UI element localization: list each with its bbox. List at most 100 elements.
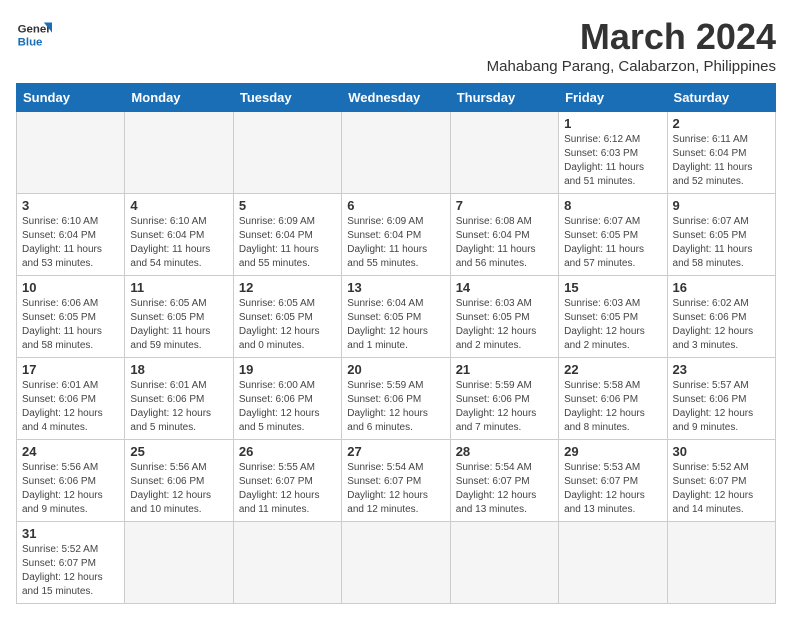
day-info: Sunrise: 6:07 AM Sunset: 6:05 PM Dayligh…: [564, 215, 661, 271]
day-number: 8: [564, 198, 661, 213]
col-header-saturday: Saturday: [667, 84, 775, 112]
week-row-3: 17 Sunrise: 6:01 AM Sunset: 6:06 PM Dayli…: [17, 358, 776, 440]
day-info: Sunrise: 6:01 AM Sunset: 6:06 PM Dayligh…: [22, 379, 119, 435]
day-info: Sunrise: 6:03 AM Sunset: 6:05 PM Dayligh…: [456, 297, 553, 353]
day-number: 18: [130, 362, 227, 377]
week-row-4: 24 Sunrise: 5:56 AM Sunset: 6:06 PM Dayli…: [17, 440, 776, 522]
calendar-cell: 30 Sunrise: 5:52 AM Sunset: 6:07 PM Dayli…: [667, 440, 775, 522]
calendar-cell: [450, 112, 558, 194]
calendar-cell: 31Sunrise: 5:52 AM Sunset: 6:07 PM Dayli…: [17, 522, 125, 604]
calendar-cell: 14 Sunrise: 6:03 AM Sunset: 6:05 PM Dayli…: [450, 276, 558, 358]
calendar-cell: [450, 522, 558, 604]
day-info: Sunrise: 6:08 AM Sunset: 6:04 PM Dayligh…: [456, 215, 553, 271]
day-number: 17: [22, 362, 119, 377]
calendar-subtitle: Mahabang Parang, Calabarzon, Philippines: [487, 58, 776, 75]
day-info: Sunrise: 6:07 AM Sunset: 6:05 PM Dayligh…: [673, 215, 770, 271]
calendar-cell: [17, 112, 125, 194]
day-info: Sunrise: 5:56 AM Sunset: 6:06 PM Dayligh…: [22, 461, 119, 517]
day-info: Sunrise: 6:06 AM Sunset: 6:05 PM Dayligh…: [22, 297, 119, 353]
day-number: 20: [347, 362, 444, 377]
calendar-cell: 21Sunrise: 5:59 AM Sunset: 6:06 PM Dayli…: [450, 358, 558, 440]
day-info: Sunrise: 6:01 AM Sunset: 6:06 PM Dayligh…: [130, 379, 227, 435]
day-info: Sunrise: 6:12 AM Sunset: 6:03 PM Dayligh…: [564, 133, 661, 189]
calendar-body: 1Sunrise: 6:12 AM Sunset: 6:03 PM Daylig…: [17, 112, 776, 604]
day-info: Sunrise: 6:05 AM Sunset: 6:05 PM Dayligh…: [130, 297, 227, 353]
day-number: 14: [456, 280, 553, 295]
calendar-cell: [559, 522, 667, 604]
day-info: Sunrise: 5:57 AM Sunset: 6:06 PM Dayligh…: [673, 379, 770, 435]
day-number: 28: [456, 444, 553, 459]
day-number: 21: [456, 362, 553, 377]
day-number: 30: [673, 444, 770, 459]
day-number: 6: [347, 198, 444, 213]
day-number: 16: [673, 280, 770, 295]
calendar-cell: 9 Sunrise: 6:07 AM Sunset: 6:05 PM Daylig…: [667, 194, 775, 276]
day-number: 25: [130, 444, 227, 459]
col-header-wednesday: Wednesday: [342, 84, 450, 112]
day-info: Sunrise: 6:02 AM Sunset: 6:06 PM Dayligh…: [673, 297, 770, 353]
calendar-cell: 11 Sunrise: 6:05 AM Sunset: 6:05 PM Dayli…: [125, 276, 233, 358]
calendar-cell: 18 Sunrise: 6:01 AM Sunset: 6:06 PM Dayli…: [125, 358, 233, 440]
day-info: Sunrise: 6:03 AM Sunset: 6:05 PM Dayligh…: [564, 297, 661, 353]
day-info: Sunrise: 6:09 AM Sunset: 6:04 PM Dayligh…: [347, 215, 444, 271]
svg-text:Blue: Blue: [18, 36, 43, 48]
calendar-cell: [342, 522, 450, 604]
day-number: 22: [564, 362, 661, 377]
calendar-cell: 3Sunrise: 6:10 AM Sunset: 6:04 PM Daylig…: [17, 194, 125, 276]
day-info: Sunrise: 6:10 AM Sunset: 6:04 PM Dayligh…: [130, 215, 227, 271]
calendar-cell: 16 Sunrise: 6:02 AM Sunset: 6:06 PM Dayli…: [667, 276, 775, 358]
day-number: 11: [130, 280, 227, 295]
day-number: 13: [347, 280, 444, 295]
week-row-0: 1Sunrise: 6:12 AM Sunset: 6:03 PM Daylig…: [17, 112, 776, 194]
col-header-tuesday: Tuesday: [233, 84, 341, 112]
calendar-cell: 8 Sunrise: 6:07 AM Sunset: 6:05 PM Daylig…: [559, 194, 667, 276]
day-info: Sunrise: 6:11 AM Sunset: 6:04 PM Dayligh…: [673, 133, 770, 189]
calendar-cell: 23 Sunrise: 5:57 AM Sunset: 6:06 PM Dayli…: [667, 358, 775, 440]
day-info: Sunrise: 6:09 AM Sunset: 6:04 PM Dayligh…: [239, 215, 336, 271]
calendar-cell: 7 Sunrise: 6:08 AM Sunset: 6:04 PM Daylig…: [450, 194, 558, 276]
day-info: Sunrise: 5:54 AM Sunset: 6:07 PM Dayligh…: [456, 461, 553, 517]
day-number: 10: [22, 280, 119, 295]
day-info: Sunrise: 5:52 AM Sunset: 6:07 PM Dayligh…: [673, 461, 770, 517]
day-number: 15: [564, 280, 661, 295]
day-number: 26: [239, 444, 336, 459]
calendar-cell: 20 Sunrise: 5:59 AM Sunset: 6:06 PM Dayli…: [342, 358, 450, 440]
calendar-cell: 25 Sunrise: 5:56 AM Sunset: 6:06 PM Dayli…: [125, 440, 233, 522]
day-number: 29: [564, 444, 661, 459]
day-number: 7: [456, 198, 553, 213]
calendar-title: March 2024: [487, 16, 776, 58]
day-info: Sunrise: 6:04 AM Sunset: 6:05 PM Dayligh…: [347, 297, 444, 353]
calendar-cell: 17 Sunrise: 6:01 AM Sunset: 6:06 PM Dayli…: [17, 358, 125, 440]
day-info: Sunrise: 5:59 AM Sunset: 6:06 PM Dayligh…: [347, 379, 444, 435]
col-header-monday: Monday: [125, 84, 233, 112]
calendar-cell: 5Sunrise: 6:09 AM Sunset: 6:04 PM Daylig…: [233, 194, 341, 276]
day-number: 31: [22, 526, 119, 541]
week-row-5: 31Sunrise: 5:52 AM Sunset: 6:07 PM Dayli…: [17, 522, 776, 604]
day-number: 24: [22, 444, 119, 459]
day-number: 9: [673, 198, 770, 213]
calendar-cell: 4Sunrise: 6:10 AM Sunset: 6:04 PM Daylig…: [125, 194, 233, 276]
calendar-cell: [125, 112, 233, 194]
calendar-cell: 27Sunrise: 5:54 AM Sunset: 6:07 PM Dayli…: [342, 440, 450, 522]
calendar-cell: 13 Sunrise: 6:04 AM Sunset: 6:05 PM Dayli…: [342, 276, 450, 358]
calendar-cell: 15 Sunrise: 6:03 AM Sunset: 6:05 PM Dayli…: [559, 276, 667, 358]
day-number: 2: [673, 116, 770, 131]
day-info: Sunrise: 5:55 AM Sunset: 6:07 PM Dayligh…: [239, 461, 336, 517]
calendar-cell: 24 Sunrise: 5:56 AM Sunset: 6:06 PM Dayli…: [17, 440, 125, 522]
calendar-cell: 6 Sunrise: 6:09 AM Sunset: 6:04 PM Daylig…: [342, 194, 450, 276]
day-info: Sunrise: 5:56 AM Sunset: 6:06 PM Dayligh…: [130, 461, 227, 517]
calendar-cell: 29Sunrise: 5:53 AM Sunset: 6:07 PM Dayli…: [559, 440, 667, 522]
title-area: March 2024 Mahabang Parang, Calabarzon, …: [487, 16, 776, 75]
calendar-cell: 28 Sunrise: 5:54 AM Sunset: 6:07 PM Dayli…: [450, 440, 558, 522]
logo: General Blue: [16, 16, 52, 52]
day-number: 23: [673, 362, 770, 377]
calendar-cell: [667, 522, 775, 604]
column-headers: SundayMondayTuesdayWednesdayThursdayFrid…: [17, 84, 776, 112]
day-info: Sunrise: 6:10 AM Sunset: 6:04 PM Dayligh…: [22, 215, 119, 271]
day-info: Sunrise: 6:05 AM Sunset: 6:05 PM Dayligh…: [239, 297, 336, 353]
day-number: 12: [239, 280, 336, 295]
calendar-cell: 12 Sunrise: 6:05 AM Sunset: 6:05 PM Dayli…: [233, 276, 341, 358]
calendar-cell: [233, 112, 341, 194]
calendar-cell: [125, 522, 233, 604]
generalblue-logo-icon: General Blue: [16, 16, 52, 52]
